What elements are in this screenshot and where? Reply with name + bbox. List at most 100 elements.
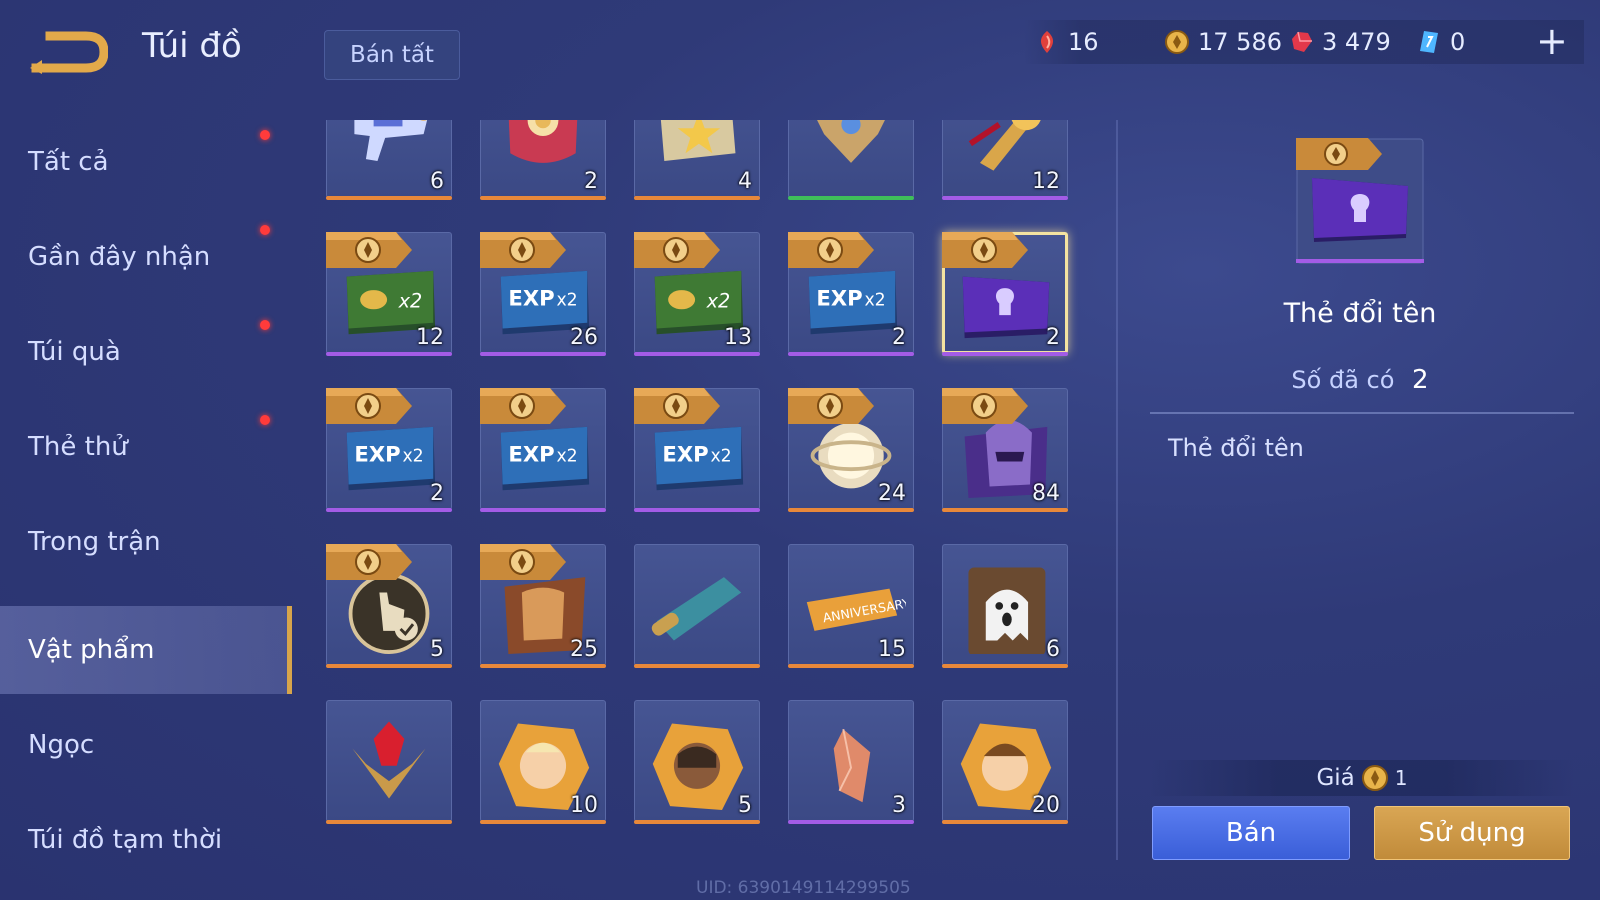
item-count: 12 (1032, 169, 1060, 194)
anniversary-ticket[interactable]: ANNIVERSARY 15 (788, 544, 914, 668)
blaster-icon (354, 120, 428, 161)
gold-badge-icon (480, 388, 566, 424)
notification-dot (260, 320, 270, 330)
currency-bar: 16 17 586 3 479 0 (1024, 20, 1584, 64)
emblem-item[interactable] (788, 120, 914, 200)
item-count: 84 (1032, 481, 1060, 506)
rarity-bar (942, 508, 1068, 512)
sidebar-item-label: Thẻ thử (28, 432, 128, 462)
gold-badge-icon (326, 232, 412, 268)
gold-x2-card[interactable]: x2 13 (634, 232, 760, 356)
item-count: 4 (738, 169, 752, 194)
sidebar-item-in-match[interactable]: Trong trận (0, 498, 292, 586)
sidebar-item-all[interactable]: Tất cả (0, 118, 292, 206)
currency-value: 16 (1068, 28, 1099, 56)
sidebar-item-trial-cards[interactable]: Thẻ thử (0, 403, 292, 491)
sidebar-item-label: Gần đây nhận (28, 242, 211, 272)
rename-card[interactable]: 2 (942, 232, 1068, 356)
currency-ruby: 3 479 (1288, 20, 1391, 64)
gold-badge-icon (326, 388, 412, 424)
orb-item[interactable]: 24 (788, 388, 914, 512)
armor-card[interactable]: 25 (480, 544, 606, 668)
gift-box-item[interactable]: 2 (480, 120, 606, 200)
sidebar-item-items[interactable]: Vật phẩm (0, 606, 292, 694)
hero-fragment[interactable]: 20 (942, 700, 1068, 824)
emblem-icon (817, 120, 885, 163)
user-id: UID: 6390149114299505 (696, 878, 911, 898)
hero-fragment[interactable]: 10 (480, 700, 606, 824)
rarity-bar (788, 820, 914, 824)
crystal-shard[interactable]: 3 (788, 700, 914, 824)
rarity-bar (942, 664, 1068, 668)
tap-check-item[interactable]: 5 (326, 544, 452, 668)
sell-all-button[interactable]: Bán tất (324, 30, 460, 80)
price-value: 1 (1394, 766, 1408, 790)
exp-x2-card[interactable]: EXP x2 2 (326, 388, 452, 512)
scroll-icon (651, 577, 742, 641)
sidebar-item-label: Vật phẩm (28, 635, 155, 665)
item-count: 2 (1046, 325, 1060, 350)
sidebar-item-gems[interactable]: Ngọc (0, 701, 292, 789)
item-count: 15 (878, 637, 906, 662)
blue-crystal-icon (1420, 31, 1438, 53)
exp-x2-card[interactable]: EXP x2 (480, 388, 606, 512)
svg-text:EXP: EXP (508, 441, 554, 466)
sidebar-item-label: Tất cả (28, 147, 109, 177)
panel-divider (1116, 120, 1118, 860)
item-count: 2 (892, 325, 906, 350)
red-gem-icon (1040, 31, 1054, 53)
svg-text:x2: x2 (710, 446, 731, 466)
notification-dot (260, 415, 270, 425)
rarity-bar (788, 352, 914, 356)
detail-separator (1150, 412, 1574, 414)
svg-text:EXP: EXP (662, 441, 708, 466)
sidebar-item-temp-bag[interactable]: Túi đồ tạm thời (0, 796, 292, 884)
ghost-card[interactable]: 6 (942, 544, 1068, 668)
exp-x2-card[interactable]: EXP x2 (634, 388, 760, 512)
exp-x2-card[interactable]: EXP x2 2 (788, 232, 914, 356)
category-sidebar: Tất cả Gần đây nhận Túi quà Thẻ thử Tron… (0, 118, 292, 900)
item-count: 12 (416, 325, 444, 350)
currency-value: 17 586 (1198, 28, 1282, 56)
item-count: 5 (430, 637, 444, 662)
sidebar-item-recent[interactable]: Gần đây nhận (0, 213, 292, 301)
back-arrow-icon[interactable] (28, 28, 109, 74)
star-icon (660, 120, 736, 161)
blaster-item[interactable]: 6 (326, 120, 452, 200)
ruby-icon (1292, 31, 1312, 52)
owned-label: Số đã có (1291, 366, 1395, 394)
item-count: 26 (570, 325, 598, 350)
sell-button[interactable]: Bán (1152, 806, 1350, 860)
price-row: Giá 1 (1150, 760, 1574, 796)
svg-text:x2: x2 (706, 289, 731, 312)
add-currency-button[interactable]: + (1536, 22, 1568, 60)
item-count: 25 (570, 637, 598, 662)
gold-badge-icon (788, 388, 874, 424)
item-count: 3 (892, 793, 906, 818)
red-gem-crest[interactable] (326, 700, 452, 824)
scroll-item[interactable] (634, 544, 760, 668)
rarity-bar (480, 196, 606, 200)
notification-dot (260, 225, 270, 235)
owned-count: Số đã có 2 (1140, 365, 1580, 395)
rarity-bar (634, 196, 760, 200)
gold-badge-icon (634, 232, 720, 268)
star-ticket-item[interactable]: 4 (634, 120, 760, 200)
rarity-bar (788, 196, 914, 200)
exp-x2-card[interactable]: EXP x2 26 (480, 232, 606, 356)
rarity-bar (480, 508, 606, 512)
gold-badge-icon (942, 232, 1028, 268)
sidebar-item-label: Túi quà (28, 337, 121, 367)
golden-weapon-item[interactable]: 12 (942, 120, 1068, 200)
top-bar: Túi đồ Bán tất 16 17 586 3 479 0 + (0, 0, 1600, 100)
page-title: Túi đồ (142, 26, 242, 66)
hero2-icon (652, 723, 744, 810)
currency-value: 3 479 (1322, 28, 1391, 56)
hero-fragment[interactable]: 5 (634, 700, 760, 824)
gold-coin-icon (1361, 765, 1388, 791)
sidebar-item-gift-bag[interactable]: Túi quà (0, 308, 292, 396)
helmet-card[interactable]: 84 (942, 388, 1068, 512)
rarity-bar (788, 508, 914, 512)
use-button[interactable]: Sử dụng (1374, 806, 1570, 860)
gold-x2-card[interactable]: x2 12 (326, 232, 452, 356)
